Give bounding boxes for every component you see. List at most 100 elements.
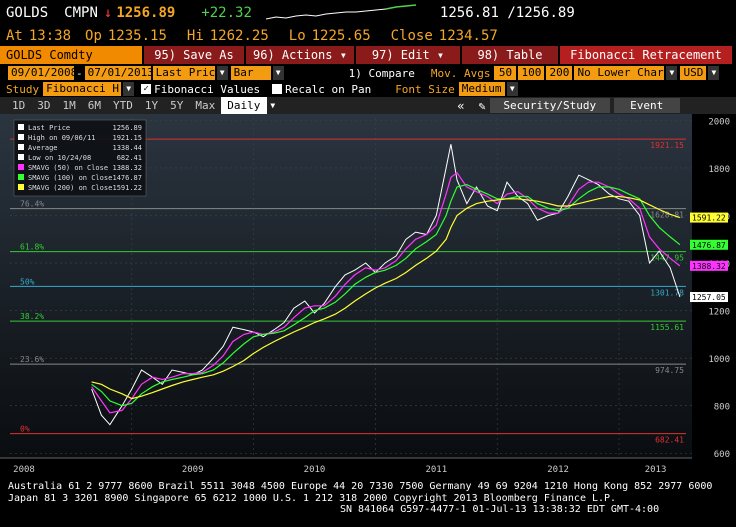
study-title: Fibonacci Retracement xyxy=(560,46,732,64)
fib-pct-label: 76.4% xyxy=(20,200,44,209)
legend-label: Last Price xyxy=(28,124,70,132)
frequency-chevron-icon[interactable]: ▼ xyxy=(267,98,279,113)
fib-value-label: 1628.81 xyxy=(650,211,684,220)
footer-line-3: SN 841064 G597-4477-1 01-Jul-13 13:38:32… xyxy=(340,504,660,515)
high-value: 1262.25 xyxy=(209,28,269,44)
footer-line-2: Japan 81 3 3201 8900 Singapore 65 6212 1… xyxy=(8,493,617,504)
period-3d[interactable]: 3D xyxy=(31,97,56,114)
start-date-input[interactable]: 09/01/2008 xyxy=(8,66,77,80)
edit-menu[interactable]: 97) Edit ▾ xyxy=(356,46,460,64)
study-select[interactable]: Fibonacci H-L xyxy=(43,82,132,96)
recalc-checkbox[interactable] xyxy=(272,84,283,94)
lower-chart-select[interactable]: No Lower Chart xyxy=(574,66,670,80)
x-tick-label: 2013 xyxy=(645,465,667,475)
period-max[interactable]: Max xyxy=(189,97,221,114)
legend-value: 1388.32 xyxy=(112,164,142,172)
period-ytd[interactable]: YTD xyxy=(107,97,139,114)
legend-value: 1591.22 xyxy=(112,184,142,192)
security-study-button[interactable]: Security/Study xyxy=(489,98,610,113)
legend-swatch xyxy=(18,154,24,160)
period-6m[interactable]: 6M xyxy=(82,97,107,114)
recalc-label: Recalc on Pan xyxy=(285,82,372,96)
y-tick-label: 1200 xyxy=(708,308,730,318)
price-field-select[interactable]: Last Price xyxy=(152,66,222,80)
controls-row: 09/01/2008 - 07/01/2013 Last Price ▼ Bar… xyxy=(0,65,736,81)
study-row: Study Fibonacci H-L ▼ ✓ Fibonacci Values… xyxy=(0,81,736,97)
fib-value-label: 1155.61 xyxy=(650,323,684,332)
x-tick-label: 2008 xyxy=(13,465,35,475)
chart-tool-icon[interactable]: ✎ xyxy=(478,99,485,113)
lower-chart-chevron-icon[interactable]: ▼ xyxy=(666,66,678,80)
legend-swatch xyxy=(18,164,24,170)
last-price: 1256.89 xyxy=(116,5,176,21)
footer-line-1: Australia 61 2 9777 8600 Brazil 5511 304… xyxy=(8,481,713,492)
ma3-input[interactable]: 200 xyxy=(546,66,573,80)
date-separator: - xyxy=(76,66,83,80)
table-button[interactable]: 98) Table xyxy=(462,46,558,64)
chart-svg: 6008001000120014001600180020002008200920… xyxy=(0,114,736,475)
sparkline-icon xyxy=(265,4,416,20)
fib-pct-label: 50% xyxy=(20,277,35,286)
y-tick-label: 1800 xyxy=(708,165,730,175)
legend-swatch xyxy=(18,124,24,130)
cmpn-label: CMPN xyxy=(64,5,98,21)
font-size-label: Font Size xyxy=(395,82,455,96)
legend-value: 1921.15 xyxy=(112,134,142,142)
open-value: 1235.15 xyxy=(107,28,167,44)
fib-pct-label: 0% xyxy=(20,425,30,434)
x-tick-label: 2012 xyxy=(547,465,569,475)
period-1d[interactable]: 1D xyxy=(6,97,31,114)
price-chart[interactable]: 6008001000120014001600180020002008200920… xyxy=(0,114,736,478)
legend-label: Low on 10/24/08 xyxy=(28,154,91,162)
legend-label: SMAVG (100) on Close xyxy=(28,174,112,182)
legend-swatch xyxy=(18,134,24,140)
open-label: Op xyxy=(85,28,102,44)
ma1-input[interactable]: 50 xyxy=(494,66,517,80)
fib-pct-label: 23.6% xyxy=(20,355,44,364)
chart-type-chevron-icon[interactable]: ▼ xyxy=(272,66,284,80)
fib-values-label: Fibonacci Values xyxy=(154,82,261,96)
compare-button[interactable]: 1) Compare xyxy=(349,67,415,80)
legend-label: SMAVG (200) on Close xyxy=(28,184,112,192)
fib-value-label: 1921.15 xyxy=(650,141,684,150)
y-tick-label: 600 xyxy=(714,450,730,460)
ma2-input[interactable]: 100 xyxy=(518,66,545,80)
save-as-button[interactable]: 95) Save As xyxy=(144,46,244,64)
font-size-select[interactable]: Medium xyxy=(458,82,505,96)
study-chevron-icon[interactable]: ▼ xyxy=(123,82,135,96)
frequency-select[interactable]: Daily xyxy=(221,97,268,114)
price-field-chevron-icon[interactable]: ▼ xyxy=(216,66,228,80)
fib-value-label: 974.75 xyxy=(655,366,684,375)
legend-swatch xyxy=(18,174,24,180)
ticker-symbol[interactable]: GOLDS xyxy=(6,5,48,21)
actions-menu[interactable]: 96) Actions ▾ xyxy=(246,46,354,64)
legend-swatch xyxy=(18,144,24,150)
currency-chevron-icon[interactable]: ▼ xyxy=(708,66,720,80)
period-1y[interactable]: 1Y xyxy=(139,97,164,114)
y-tick-label: 800 xyxy=(714,403,730,413)
chart-type-select[interactable]: Bar xyxy=(230,66,271,80)
close-value: 1234.57 xyxy=(438,28,498,44)
scroll-left-icon[interactable]: « xyxy=(457,99,464,113)
legend-value: 682.41 xyxy=(117,154,142,162)
price-tag-label: 1388.32 xyxy=(692,262,726,271)
x-tick-label: 2011 xyxy=(425,465,447,475)
mov-avgs-label: Mov. Avgs xyxy=(430,66,491,80)
ohlc-row: At 13:38 Op 1235.15 Hi 1262.25 Lo 1225.6… xyxy=(0,26,736,46)
fib-values-checkbox[interactable]: ✓ xyxy=(141,84,152,94)
y-tick-label: 2000 xyxy=(708,117,730,127)
ticker-row: GOLDS CMPN ↓ 1256.89 +22.32 1256.81 /125… xyxy=(0,0,736,26)
period-5y[interactable]: 5Y xyxy=(164,97,189,114)
period-1m[interactable]: 1M xyxy=(57,97,82,114)
low-value: 1225.65 xyxy=(311,28,371,44)
x-tick-label: 2009 xyxy=(182,465,204,475)
low-label: Lo xyxy=(288,28,306,44)
price-tag-label: 1257.05 xyxy=(692,293,726,302)
legend-label: SMAVG (50) on Close xyxy=(28,164,108,172)
security-field[interactable]: GOLDS Comdty xyxy=(0,46,142,64)
period-bar: 1D 3D 1M 6M YTD 1Y 5Y Max Daily ▼ « ✎ Se… xyxy=(0,97,736,114)
event-button[interactable]: Event xyxy=(613,98,680,113)
font-size-chevron-icon[interactable]: ▼ xyxy=(506,82,518,96)
currency-select[interactable]: USD xyxy=(680,66,707,80)
end-date-input[interactable]: 07/01/2013 xyxy=(84,66,154,80)
